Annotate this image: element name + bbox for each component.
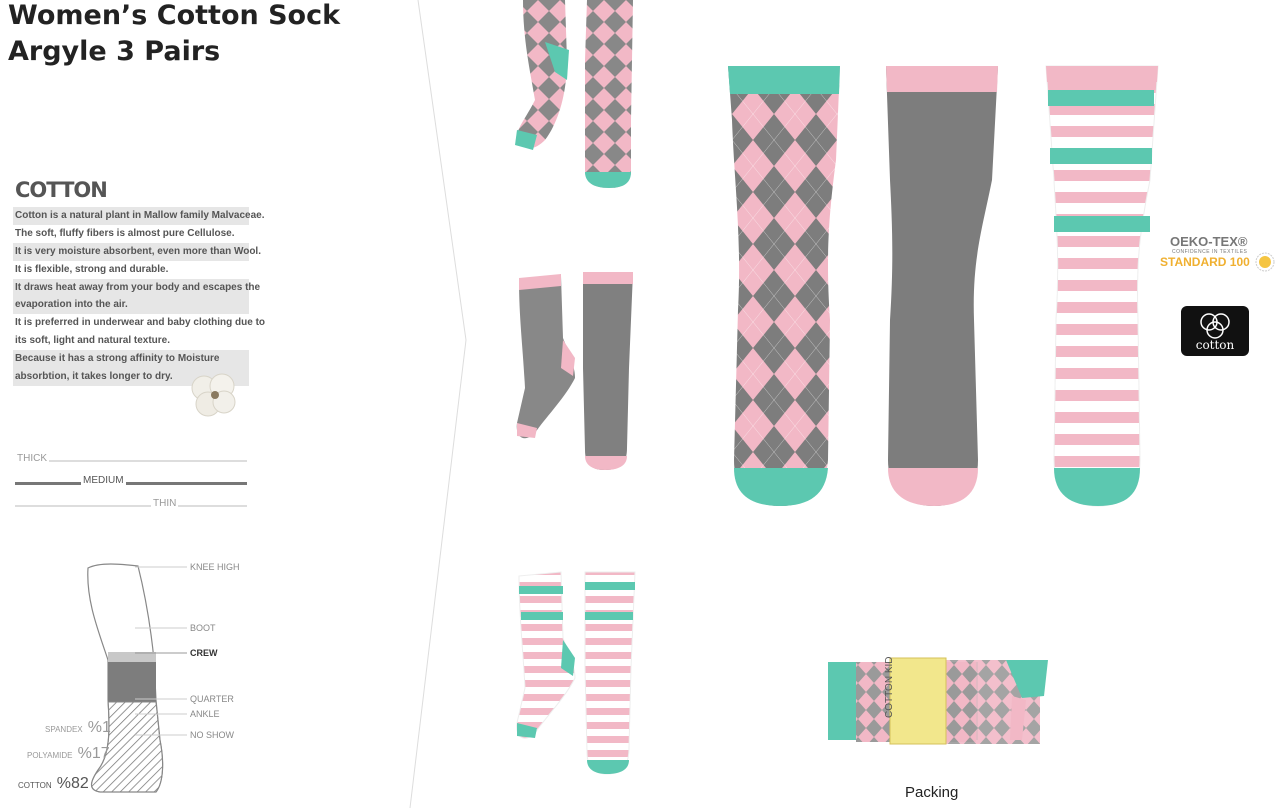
height-no-show: NO SHOW xyxy=(190,730,234,740)
material-spandex: SPANDEX %1 xyxy=(45,717,111,737)
leg-height-guides xyxy=(135,566,187,736)
packing-label: Packing xyxy=(905,784,959,801)
oeko-tex-sun-icon xyxy=(1255,252,1275,272)
cotton-line: It is very moisture absorbent, even more… xyxy=(13,242,261,261)
cotton-logo-badge: cotton xyxy=(1181,306,1249,356)
height-knee-high: KNEE HIGH xyxy=(190,562,240,572)
height-crew: CREW xyxy=(190,648,218,658)
material-name: SPANDEX xyxy=(45,725,83,734)
material-percent: %17 xyxy=(77,745,110,762)
cotton-line: Cotton is a natural plant in Mallow fami… xyxy=(13,207,265,225)
thickness-thin: THIN xyxy=(15,498,247,512)
cotton-line: evaporation into the air. xyxy=(13,296,249,315)
cotton-description: Cotton is a natural plant in Mallow fami… xyxy=(13,207,266,386)
cotton-heading: COTTON xyxy=(15,178,108,202)
material-polyamide: POLYAMIDE %17 xyxy=(27,743,110,763)
cotton-boll-icon xyxy=(191,373,236,417)
material-cotton: COTTON %82 xyxy=(18,773,89,793)
height-quarter: QUARTER xyxy=(190,694,234,704)
cotton-line: It is flexible, strong and durable. xyxy=(15,263,169,275)
product-title-line1: Women’s Cotton Sock xyxy=(8,0,341,31)
thickness-medium: MEDIUM xyxy=(15,475,247,489)
striped-sock-pair-image xyxy=(516,571,636,775)
oeko-tex-title: OEKO-TEX® xyxy=(1170,234,1248,249)
cotton-line: It is preferred in underwear and baby cl… xyxy=(15,317,266,329)
thickness-thick: THICK xyxy=(15,453,247,467)
height-ankle: ANKLE xyxy=(190,709,220,719)
product-title: Women’s Cotton Sock Argyle 3 Pairs xyxy=(8,0,340,70)
material-percent: %82 xyxy=(56,775,89,792)
packing-image: COTTON KIDS xyxy=(828,656,1048,745)
cotton-line: It draws heat away from your body and es… xyxy=(13,278,260,297)
material-name: COTTON xyxy=(18,781,52,790)
three-socks-main-image xyxy=(728,65,1159,507)
height-boot: BOOT xyxy=(190,623,216,633)
argyle-sock-pair-image xyxy=(515,0,633,188)
packing-band-text: COTTON KIDS xyxy=(884,656,895,718)
thickness-thin-label: THIN xyxy=(151,498,179,509)
cotton-line: The soft, fluffy fibers is almost pure C… xyxy=(15,227,235,239)
material-percent: %1 xyxy=(87,719,111,736)
oeko-tex-standard: STANDARD 100 xyxy=(1160,255,1250,269)
cotton-logo-text: cotton xyxy=(1195,338,1235,352)
gray-sock-pair-image xyxy=(516,272,633,470)
material-name: POLYAMIDE xyxy=(27,751,73,760)
thickness-thick-label: THICK xyxy=(15,453,49,464)
cotton-line: its soft, light and natural texture. xyxy=(15,335,171,347)
product-title-line2: Argyle 3 Pairs xyxy=(8,36,221,67)
thickness-medium-label: MEDIUM xyxy=(81,475,126,486)
